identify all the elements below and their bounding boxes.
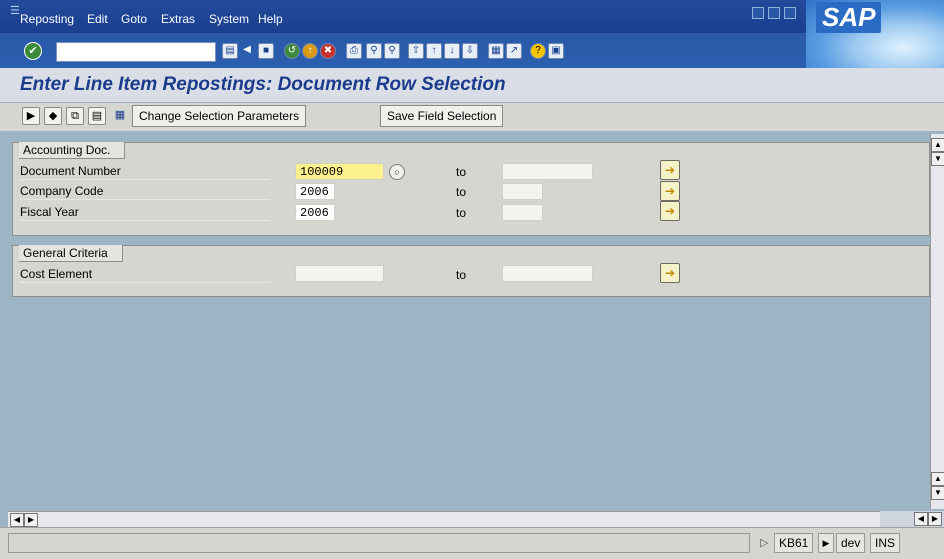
system-info-icon[interactable]: ▶ (818, 533, 834, 553)
collapse-icon[interactable]: ◀ (240, 43, 254, 57)
document-number-label: Document Number (20, 163, 270, 180)
save-icon[interactable]: ■ (258, 43, 274, 59)
multiple-selection-arrow-icon[interactable]: ➔ (660, 201, 680, 221)
back-icon[interactable]: ↺ (284, 43, 300, 59)
company-code-from-field[interactable]: 2006 (295, 183, 335, 200)
command-history-icon[interactable]: ▤ (222, 43, 238, 59)
print-icon[interactable]: ⎙ (346, 43, 362, 59)
menu-reposting[interactable]: Reposting (20, 12, 74, 26)
find-next-icon[interactable]: ⚲ (384, 43, 400, 59)
change-selection-parameters-button[interactable]: Change Selection Parameters (132, 105, 307, 127)
vertical-scrollbar[interactable]: ▲ ▼ ▲ ▼ (930, 134, 944, 509)
to-label: to (456, 268, 467, 282)
system-name: dev (836, 533, 866, 553)
scroll-down-icon[interactable]: ▼ (931, 486, 944, 500)
menu-goto[interactable]: Goto (121, 12, 147, 26)
company-code-label: Company Code (20, 183, 270, 200)
selection-parameters-icon[interactable]: ▦ (112, 107, 128, 123)
previous-page-icon[interactable]: ↑ (426, 43, 442, 59)
company-code-to-field[interactable] (502, 183, 543, 200)
menu-system[interactable]: System (209, 12, 249, 26)
multiple-selection-arrow-icon[interactable]: ➔ (660, 160, 680, 180)
cost-element-label: Cost Element (20, 266, 270, 283)
fiscal-year-from-field[interactable]: 2006 (295, 204, 335, 221)
execute-icon[interactable]: ▶ (22, 107, 40, 125)
to-label: to (456, 165, 467, 179)
menu-bar: ☰ Reposting Edit Goto Extras System Help (0, 0, 944, 33)
copy-icon[interactable]: ⧉ (66, 107, 84, 125)
horizontal-scrollbar-end[interactable]: ◀ ▶ (880, 511, 944, 527)
scroll-right-icon[interactable]: ▶ (928, 512, 942, 526)
save-field-selection-button[interactable]: Save Field Selection (380, 105, 504, 127)
exit-icon[interactable]: ↑ (302, 43, 318, 59)
group-header: Accounting Doc. (19, 142, 126, 159)
command-field[interactable] (56, 42, 216, 62)
fiscal-year-to-field[interactable] (502, 204, 543, 221)
multiple-selection-arrow-icon[interactable]: ➔ (660, 181, 680, 201)
document-number-from-field[interactable]: 100009 (295, 163, 384, 180)
scroll-up-icon[interactable]: ▲ (931, 138, 944, 152)
create-session-icon[interactable]: ▦ (488, 43, 504, 59)
scroll-left-icon[interactable]: ◀ (10, 513, 24, 527)
horizontal-scrollbar[interactable]: ◀ ▶ (8, 511, 930, 528)
page-title: Enter Line Item Repostings: Document Row… (20, 74, 506, 95)
last-page-icon[interactable]: ⇩ (462, 43, 478, 59)
first-page-icon[interactable]: ⇧ (408, 43, 424, 59)
document-number-to-field[interactable] (502, 163, 593, 180)
find-icon[interactable]: ⚲ (366, 43, 382, 59)
to-label: to (456, 185, 467, 199)
close-icon[interactable] (784, 7, 796, 19)
sap-logo: SAP (816, 2, 882, 33)
minimize-icon[interactable] (752, 7, 764, 19)
multiple-selection-arrow-icon[interactable]: ➔ (660, 263, 680, 283)
save-variant-icon[interactable]: ▤ (88, 107, 106, 125)
cost-element-from-field[interactable] (295, 265, 384, 282)
input-mode[interactable]: INS (870, 533, 901, 553)
status-message-area (8, 533, 750, 553)
fiscal-year-label: Fiscal Year (20, 204, 270, 221)
status-expand-icon[interactable]: ▷ (760, 536, 768, 549)
cancel-icon[interactable]: ✖ (320, 43, 336, 59)
enter-checkmark-icon[interactable]: ✔ (24, 42, 42, 60)
scroll-down-icon[interactable]: ▼ (931, 152, 944, 166)
multiple-selection-icon[interactable]: ○ (389, 164, 405, 180)
menu-extras[interactable]: Extras (161, 12, 195, 26)
shortcut-icon[interactable]: ↗ (506, 43, 522, 59)
scroll-up-icon[interactable]: ▲ (931, 472, 944, 486)
scroll-right-icon[interactable]: ▶ (24, 513, 38, 527)
menu-help[interactable]: Help (258, 12, 283, 26)
menu-edit[interactable]: Edit (87, 12, 108, 26)
transaction-code: KB61 (774, 533, 814, 553)
group-header: General Criteria (19, 245, 123, 262)
help-icon[interactable]: ? (530, 43, 546, 59)
scroll-left-icon[interactable]: ◀ (914, 512, 928, 526)
next-page-icon[interactable]: ↓ (444, 43, 460, 59)
cost-element-to-field[interactable] (502, 265, 593, 282)
sap-logo-area: SAP (806, 0, 944, 68)
to-label: to (456, 206, 467, 220)
maximize-icon[interactable] (768, 7, 780, 19)
get-variant-icon[interactable]: ◆ (44, 107, 62, 125)
layout-menu-icon[interactable]: ▣ (548, 43, 564, 59)
